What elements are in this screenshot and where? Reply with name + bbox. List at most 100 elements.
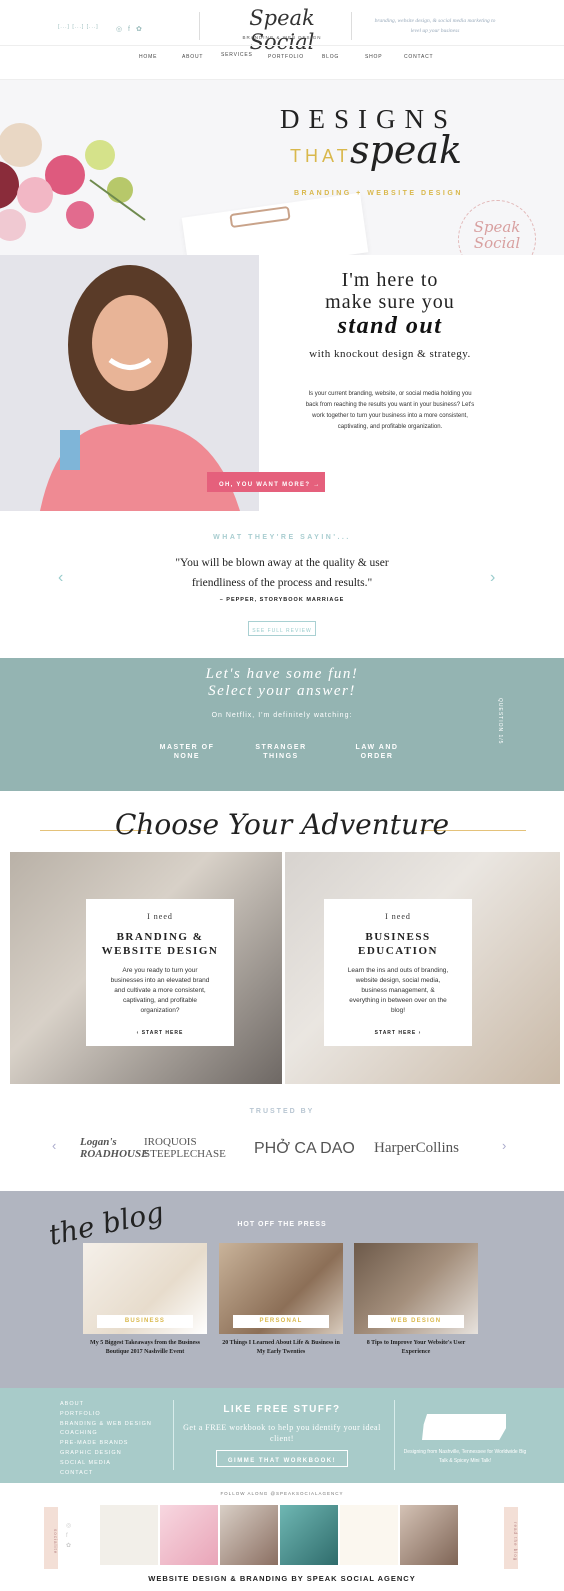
prev-arrow-icon[interactable]: ‹: [52, 1138, 56, 1153]
footer-link[interactable]: COACHING: [60, 1429, 152, 1439]
location-text: Designing from Nashville, Tennessee for …: [403, 1449, 527, 1464]
intro-subheading: with knockout design & strategy.: [309, 348, 471, 360]
trusted-title: TRUSTED BY: [249, 1108, 315, 1115]
divider: [394, 1400, 395, 1470]
intro-heading: I'm here to make sure you: [300, 269, 480, 313]
quiz-option-law-and-order[interactable]: LAW AND ORDER: [342, 743, 412, 761]
adventure-section: I need BRANDING & WEBSITE DESIGN Are you…: [10, 852, 560, 1084]
nav-services[interactable]: SERVICES: [221, 52, 253, 58]
start-here-link[interactable]: START HERE ›: [324, 1030, 472, 1036]
card-title: BUSINESS EDUCATION: [358, 931, 438, 957]
nav-divider: [0, 45, 564, 46]
header-tagline: branding, website design, & social media…: [374, 18, 496, 34]
branding-card[interactable]: I need BRANDING & WEBSITE DESIGN Are you…: [86, 899, 234, 1046]
header-phone[interactable]: [...] [...] [...]: [58, 24, 99, 30]
footer-link[interactable]: ABOUT: [60, 1400, 152, 1410]
divider: [199, 12, 200, 40]
instagram-section: FOLLOW ALONG @SPEAKSOCIALAGENCY socialit…: [0, 1483, 564, 1591]
footer-link[interactable]: SOCIAL MEDIA: [60, 1459, 152, 1469]
post-title[interactable]: My 5 Biggest Takeaways from the Business…: [83, 1339, 207, 1357]
hero-brandline: BRANDING + WEBSITE DESIGN: [294, 190, 463, 197]
instagram-image[interactable]: [220, 1505, 278, 1565]
instagram-image[interactable]: [160, 1505, 218, 1565]
hero-that: THAT: [290, 146, 352, 166]
intro-heading-line1: I'm here to: [341, 269, 439, 291]
see-full-review-button[interactable]: SEE FULL REVIEW: [248, 621, 316, 636]
logo-subtitle: BRANDING & WEB DESIGN: [242, 35, 322, 40]
instagram-image[interactable]: [340, 1505, 398, 1565]
instagram-image[interactable]: [100, 1505, 158, 1565]
follow-along[interactable]: FOLLOW ALONG @SPEAKSOCIALAGENCY: [0, 1491, 564, 1496]
quiz-progress: QUESTION 1/5: [497, 698, 503, 745]
instagram-image[interactable]: [400, 1505, 458, 1565]
card-need: I need: [147, 912, 173, 921]
footer-freebie: ABOUT PORTFOLIO BRANDING & WEB DESIGN CO…: [0, 1388, 564, 1483]
testimonial-section: WHAT THEY'RE SAYIN'... "You will be blow…: [0, 513, 564, 658]
harpercollins-logo: HarperCollins: [374, 1140, 459, 1156]
post-category: WEB DESIGN: [368, 1315, 464, 1328]
prev-arrow-icon[interactable]: ‹: [58, 569, 63, 587]
tennessee-icon: [422, 1414, 506, 1440]
post-title[interactable]: 20 Things I Learned About Life & Busines…: [219, 1339, 343, 1357]
divider: [351, 12, 352, 40]
footer-link[interactable]: PRE-MADE BRANDS: [60, 1439, 152, 1449]
site-logo[interactable]: Speak Social: [222, 6, 342, 54]
nav-portfolio[interactable]: PORTFOLIO: [268, 54, 304, 60]
instagram-image[interactable]: [280, 1505, 338, 1565]
free-text: Get a FREE workbook to help you identify…: [183, 1423, 381, 1443]
workbook-button[interactable]: GIMME THAT WORKBOOK!: [216, 1450, 348, 1467]
education-card[interactable]: I need BUSINESS EDUCATION Learn the ins …: [324, 899, 472, 1046]
clipboard-image: [181, 192, 369, 255]
pho-ca-dao-logo: PHỞ CA DAO: [254, 1140, 355, 1157]
hero-speak: speak: [350, 128, 462, 172]
nav-about[interactable]: ABOUT: [182, 54, 203, 60]
start-here-link[interactable]: ‹ START HERE: [86, 1030, 234, 1036]
blog-heading: HOT OFF THE PRESS: [237, 1221, 327, 1228]
post-category: PERSONAL: [233, 1315, 329, 1328]
stamp-text: Speak Social: [473, 218, 521, 252]
card-text: Learn the ins and outs of branding, webs…: [347, 967, 449, 1014]
read-blog-tab[interactable]: read the blog: [504, 1507, 518, 1569]
intro-stand-out: stand out: [337, 313, 443, 339]
quiz-heading-line1: Let's have some fun!: [205, 666, 359, 682]
blog-section: the blog HOT OFF THE PRESS BUSINESS My 5…: [0, 1191, 564, 1388]
nav-blog[interactable]: BLOG: [322, 54, 339, 60]
footer-credit: WEBSITE DESIGN & BRANDING BY SPEAK SOCIA…: [148, 1574, 416, 1583]
social-icons-vertical[interactable]: ◎ f ✿: [66, 1521, 71, 1551]
footer-link[interactable]: GRAPHIC DESIGN: [60, 1449, 152, 1459]
want-more-button[interactable]: OH, YOU WANT MORE? →: [207, 472, 325, 492]
quiz-heading-line2: Select your answer!: [208, 683, 356, 699]
post-title[interactable]: 8 Tips to Improve Your Website's User Ex…: [354, 1339, 478, 1357]
flowers-image: [0, 123, 146, 241]
next-arrow-icon[interactable]: ›: [502, 1138, 506, 1153]
intro-heading-line2: make sure you: [325, 291, 455, 313]
free-heading: LIKE FREE STUFF?: [223, 1404, 341, 1415]
intro-paragraph: Is your current branding, website, or so…: [305, 391, 475, 430]
socialite-tab[interactable]: socialite: [44, 1507, 58, 1569]
card-text: Are you ready to turn your businesses in…: [110, 967, 210, 1014]
testimonial-title: WHAT THEY'RE SAYIN'...: [213, 534, 351, 541]
nav-shop[interactable]: SHOP: [365, 54, 382, 60]
footer-link[interactable]: CONTACT: [60, 1469, 152, 1479]
nav-contact[interactable]: CONTACT: [404, 54, 433, 60]
social-icons[interactable]: ◎ f ✿: [116, 25, 144, 33]
testimonial-quote: "You will be blown away at the quality &…: [175, 557, 389, 589]
card-need: I need: [385, 912, 411, 921]
quiz-section: Let's have some fun! Select your answer!…: [0, 658, 564, 791]
footer-link[interactable]: BRANDING & WEB DESIGN: [60, 1420, 152, 1430]
adventure-title: Choose Your Adventure: [114, 808, 450, 841]
testimonial-author: – PEPPER, STORYBOOK MARRIAGE: [219, 597, 345, 603]
nav-home[interactable]: HOME: [139, 54, 157, 60]
quiz-heading: Let's have some fun! Select your answer!: [0, 666, 564, 700]
iroquois-logo: IROQUOIS STEEPLECHASE: [144, 1136, 226, 1160]
footer-link[interactable]: PORTFOLIO: [60, 1410, 152, 1420]
footer-links: ABOUT PORTFOLIO BRANDING & WEB DESIGN CO…: [60, 1400, 152, 1478]
site-header: [...] [...] [...] ◎ f ✿ Speak Social BRA…: [0, 0, 564, 80]
post-category: BUSINESS: [97, 1315, 193, 1328]
quiz-question: On Netflix, I'm definitely watching:: [211, 712, 353, 719]
quiz-option-master-of-none[interactable]: MASTER OF NONE: [152, 743, 222, 761]
next-arrow-icon[interactable]: ›: [490, 569, 495, 587]
card-title: BRANDING & WEBSITE DESIGN: [101, 931, 219, 957]
quiz-option-stranger-things[interactable]: STRANGER THINGS: [246, 743, 316, 761]
intro-section: I'm here to make sure you stand out with…: [0, 255, 564, 513]
